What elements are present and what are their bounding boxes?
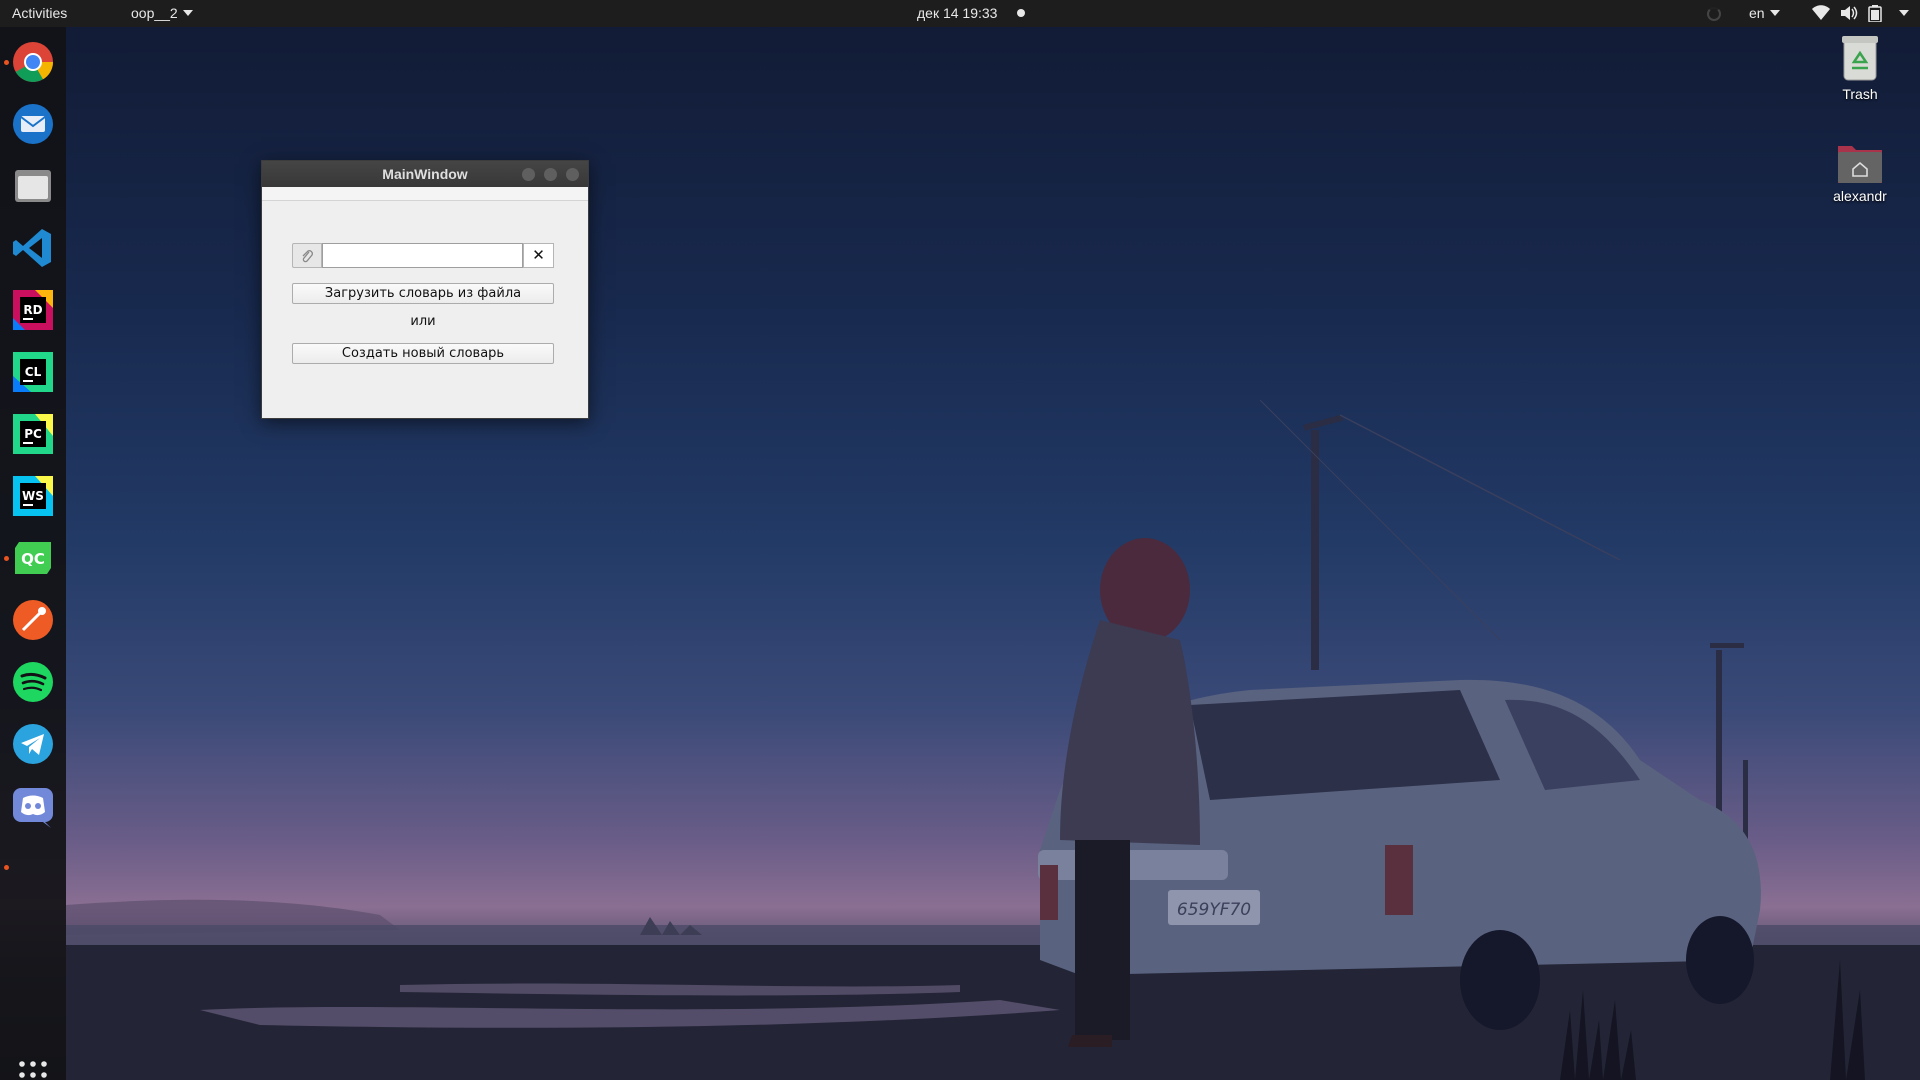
main-window: MainWindow ✕ Загрузить словарь из файла … [261, 160, 589, 419]
file-picker-row: ✕ [292, 243, 554, 268]
dock-item-webstorm[interactable]: WS [11, 474, 55, 518]
load-dictionary-button[interactable]: Загрузить словарь из файла [292, 283, 554, 304]
thunderbird-icon [13, 104, 53, 144]
paperclip-icon [302, 249, 313, 262]
running-indicator [4, 556, 9, 561]
app-menu[interactable]: oop__2 [131, 5, 193, 21]
chevron-down-icon [1899, 10, 1909, 16]
tray-spinner-icon[interactable] [1707, 7, 1721, 21]
language-menu[interactable]: en [1749, 5, 1780, 21]
battery-icon[interactable] [1868, 5, 1882, 22]
vscode-icon [13, 229, 51, 267]
system-menu[interactable] [1894, 5, 1909, 21]
discord-icon [13, 788, 53, 828]
qtcreator-icon: QC [15, 542, 51, 574]
home-folder-label: alexandr [1833, 188, 1887, 204]
dock-item-thunderbird[interactable] [11, 102, 55, 146]
window-titlebar[interactable]: MainWindow [262, 161, 588, 187]
pycharm-icon: PC [13, 414, 53, 454]
top-bar: Activities oop__2 дек 14 19:33 en [0, 0, 1920, 27]
dock-item-pycharm[interactable]: PC [11, 412, 55, 456]
dock-item-discord[interactable] [11, 784, 55, 828]
attach-file-button[interactable] [292, 243, 322, 268]
window-title: MainWindow [382, 166, 468, 182]
activities-button[interactable]: Activities [12, 5, 67, 21]
files-icon [15, 170, 51, 202]
clock[interactable]: дек 14 19:33 [917, 5, 997, 21]
clear-path-button[interactable]: ✕ [523, 243, 554, 268]
dock-item-spotify[interactable] [11, 660, 55, 704]
chrome-icon [13, 42, 53, 82]
clion-icon: CL [13, 352, 53, 392]
dock: RD CL PC WS QC [0, 27, 66, 1080]
running-indicator [4, 60, 9, 65]
menu-bar [262, 187, 588, 201]
close-icon: ✕ [532, 247, 545, 264]
desktop-icon-trash[interactable]: Trash [1820, 34, 1900, 102]
trash-icon [1842, 36, 1878, 81]
wifi-icon[interactable] [1812, 5, 1830, 21]
dock-item-postman[interactable] [11, 598, 55, 642]
dock-item-qtcreator[interactable]: QC [11, 536, 55, 580]
desktop-icon-home[interactable]: alexandr [1820, 142, 1900, 204]
chevron-down-icon [1769, 10, 1780, 16]
rider-icon: RD [13, 290, 53, 330]
trash-label: Trash [1842, 86, 1878, 102]
language-label: en [1749, 5, 1765, 21]
dock-item-chrome[interactable] [11, 40, 55, 84]
grid-icon[interactable] [18, 1060, 48, 1080]
file-path-input[interactable] [322, 243, 523, 268]
svg-text:PC: PC [24, 427, 42, 441]
svg-text:RD: RD [23, 303, 42, 317]
home-folder-icon [1838, 146, 1882, 183]
dock-item-telegram[interactable] [11, 722, 55, 766]
license-plate-text: 659YF70 [1177, 900, 1251, 920]
dock-item-files[interactable] [11, 164, 55, 208]
notification-dot-icon [1017, 9, 1025, 17]
postman-icon [13, 600, 53, 640]
svg-text:CL: CL [25, 365, 42, 379]
minimize-button[interactable] [522, 168, 535, 181]
dock-item-clion[interactable]: CL [11, 350, 55, 394]
volume-icon[interactable] [1840, 5, 1858, 21]
dock-item-vscode[interactable] [11, 226, 55, 270]
app-menu-label: oop__2 [131, 5, 178, 21]
maximize-button[interactable] [544, 168, 557, 181]
dock-item-rider[interactable]: RD [11, 288, 55, 332]
webstorm-icon: WS [13, 476, 53, 516]
telegram-icon [13, 724, 53, 764]
chevron-down-icon [182, 10, 193, 16]
svg-text:WS: WS [22, 489, 44, 503]
close-button[interactable] [566, 168, 579, 181]
running-indicator [4, 865, 9, 870]
or-label: или [410, 314, 436, 329]
create-dictionary-button[interactable]: Создать новый словарь [292, 343, 554, 364]
svg-text:QC: QC [21, 550, 45, 568]
window-content: ✕ Загрузить словарь из файла или Создать… [262, 201, 588, 418]
spotify-icon [13, 662, 53, 702]
